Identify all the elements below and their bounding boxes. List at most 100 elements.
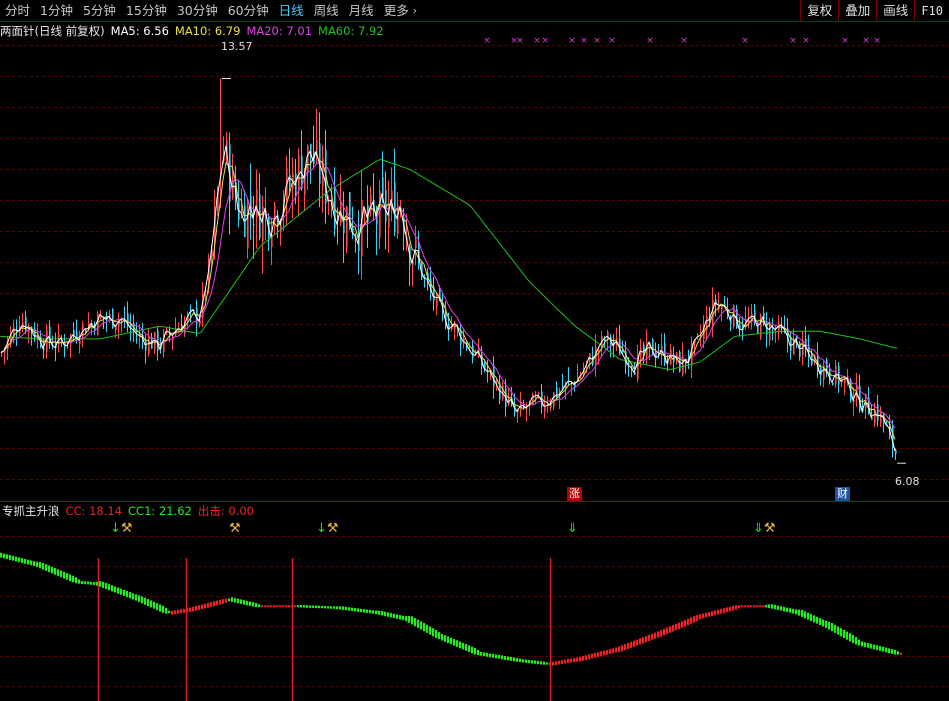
oscillator-bar	[834, 624, 837, 633]
tab-weekly[interactable]: 周线	[309, 0, 344, 22]
oscillator-bar	[108, 584, 111, 591]
candle-body	[379, 190, 381, 239]
oscillator-bar	[447, 636, 450, 644]
oscillator-bar	[339, 606, 342, 610]
oscillator-bar	[900, 652, 903, 655]
oscillator-bar	[471, 646, 474, 654]
oscillator-bar	[207, 602, 210, 608]
oscillator-bar	[378, 610, 381, 615]
oscillator-bar	[354, 607, 357, 612]
oscillator-bar	[720, 608, 723, 614]
oscillator-bar	[57, 569, 60, 576]
oscillator-bar	[777, 605, 780, 611]
oscillator-bar	[246, 600, 249, 606]
oscillator-bar	[813, 615, 816, 623]
restore-rights-button[interactable]: 复权	[800, 0, 838, 22]
oscillator-bar	[279, 605, 282, 608]
high-low-pointers	[222, 77, 906, 464]
indicator-chart[interactable]	[0, 520, 949, 701]
oscillator-bar	[753, 605, 756, 608]
oscillator-bar	[285, 605, 288, 608]
oscillator-bar	[708, 611, 711, 617]
price-chart[interactable]: × ×× × × × × × × × × × × × × × ×	[0, 23, 949, 501]
tab-15min[interactable]: 15分钟	[121, 0, 172, 22]
x-mark: ×	[802, 36, 810, 46]
oscillator-bar	[639, 638, 642, 645]
oscillator-bar	[204, 603, 207, 609]
oscillator-bar	[663, 628, 666, 636]
oscillator-bar	[87, 581, 90, 585]
oscillator-bar	[795, 609, 798, 615]
oscillator-bar	[723, 608, 726, 613]
oscillator-bar	[138, 595, 141, 602]
oscillator-bar	[468, 645, 471, 652]
candle-body	[415, 239, 417, 249]
oscillator-bar	[621, 645, 624, 652]
oscillator-bar	[888, 648, 891, 654]
x-mark: ×	[568, 36, 576, 46]
tab-monthly[interactable]: 月线	[344, 0, 379, 22]
x-mark: ×	[541, 36, 549, 46]
oscillator-bar	[48, 565, 51, 573]
oscillator-bar	[651, 633, 654, 640]
tab-fenshi[interactable]: 分时	[0, 0, 35, 22]
f10-button[interactable]: F10	[914, 0, 949, 22]
oscillator-bar	[60, 570, 63, 578]
oscillator-bar	[630, 641, 633, 648]
oscillator-bar	[747, 605, 750, 608]
oscillator-bar	[876, 645, 879, 651]
oscillator-bar	[882, 646, 885, 652]
panel-divider[interactable]	[0, 501, 949, 502]
oscillator-bar	[18, 557, 21, 563]
tab-60min[interactable]: 60分钟	[223, 0, 274, 22]
oscillator-bar	[585, 655, 588, 661]
oscillator-bar	[438, 632, 441, 640]
oscillator-bar	[864, 642, 867, 647]
x-mark: ×	[593, 36, 601, 46]
event-marker-zhang[interactable]: 涨	[567, 487, 582, 501]
tab-1min[interactable]: 1分钟	[35, 0, 78, 22]
more-button[interactable]: 更多 ›	[379, 0, 422, 22]
draw-line-button[interactable]: 画线	[876, 0, 914, 22]
oscillator-bar	[735, 605, 738, 610]
oscillator-bar	[327, 606, 330, 609]
oscillator-bar	[576, 657, 579, 662]
candle-body	[679, 351, 681, 372]
oscillator-bar	[63, 571, 66, 579]
tab-daily[interactable]: 日线	[274, 0, 309, 22]
oscillator-bar	[684, 619, 687, 627]
oscillator-bar	[558, 660, 561, 665]
oscillator-bar	[507, 656, 510, 661]
overlay-button[interactable]: 叠加	[838, 0, 876, 22]
oscillator-bar	[840, 628, 843, 637]
oscillator-bar	[789, 608, 792, 613]
oscillator-bar	[426, 624, 429, 633]
oscillator-bar	[636, 639, 639, 646]
oscillator-bar	[741, 605, 744, 608]
oscillator-bar	[465, 644, 468, 651]
indicator-legend: 专抓主升浪 CC: 18.14 CC1: 21.62 出击: 0.00	[2, 503, 254, 519]
tab-5min[interactable]: 5分钟	[78, 0, 121, 22]
oscillator-bar	[450, 637, 453, 645]
oscillator-bar	[627, 642, 630, 650]
oscillator-bar	[522, 659, 525, 663]
candle-body	[307, 145, 309, 174]
candle-body	[382, 177, 384, 197]
oscillator-bar	[543, 661, 546, 665]
oscillator-bar	[93, 582, 96, 585]
oscillator-bar	[162, 605, 165, 613]
event-marker-cai[interactable]: 财	[835, 487, 850, 501]
x-mark: ×	[680, 36, 688, 46]
oscillator-bar	[666, 627, 669, 635]
oscillator-bar	[405, 616, 408, 622]
oscillator-bar	[252, 602, 255, 607]
oscillator-bar	[333, 606, 336, 609]
oscillator-bar	[39, 562, 42, 569]
candle-body	[604, 339, 606, 342]
x-mark: ×	[580, 36, 588, 46]
tab-30min[interactable]: 30分钟	[172, 0, 223, 22]
oscillator-bar	[282, 605, 285, 608]
oscillator-bar	[270, 605, 273, 608]
oscillator-bar	[459, 641, 462, 649]
low-price-label: 6.08	[895, 475, 920, 488]
